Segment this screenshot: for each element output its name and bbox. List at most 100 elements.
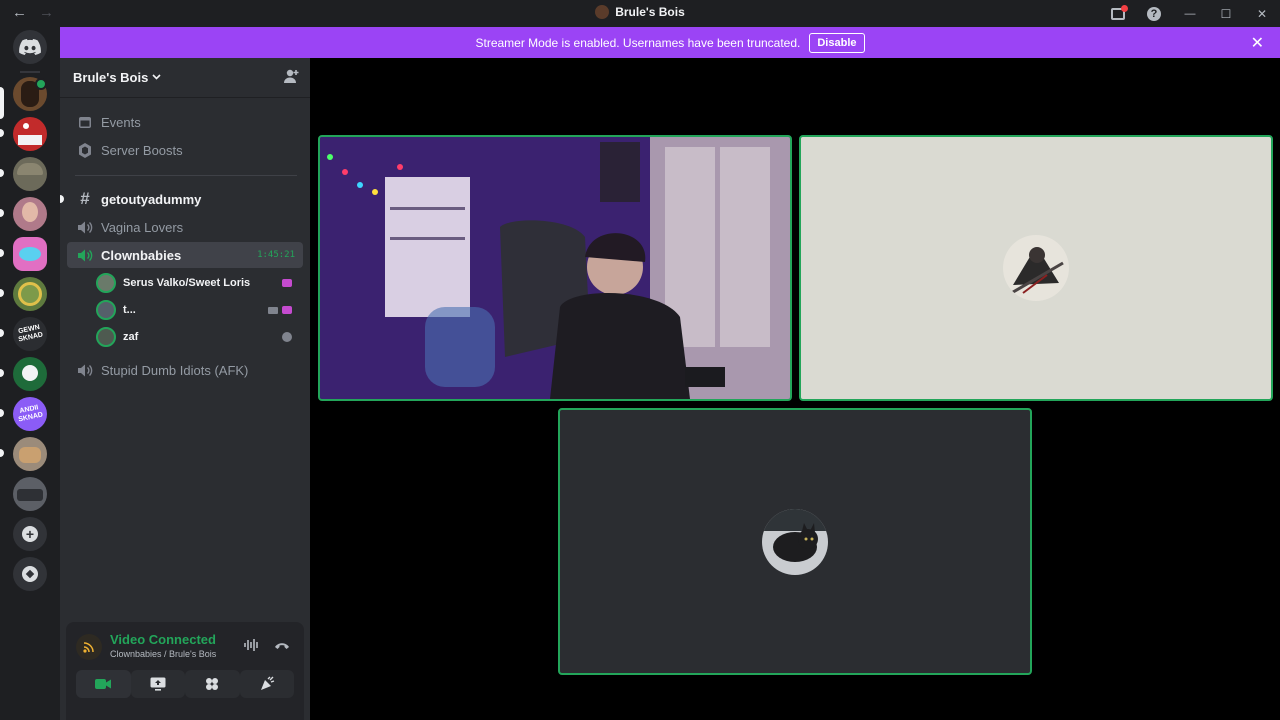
voice-user-t[interactable]: t... [96, 298, 300, 322]
video-tile-camera[interactable] [318, 135, 792, 401]
server-andii-sknad[interactable]: ANDII SKNAD [13, 397, 47, 431]
discover-button[interactable] [13, 557, 47, 591]
help-icon[interactable]: ? [1136, 0, 1172, 27]
unread-pip [0, 129, 4, 137]
inbox-icon[interactable] [1100, 0, 1136, 27]
unread-pip [0, 329, 4, 337]
channel-vagina-lovers[interactable]: Vagina Lovers [67, 214, 303, 240]
channel-label: getoutyadummy [101, 191, 202, 207]
plus-icon: + [22, 526, 38, 542]
server-green-crest[interactable] [13, 357, 47, 391]
banner-text: Streamer Mode is enabled. Usernames have… [475, 35, 801, 50]
live-stream-icon [282, 279, 292, 287]
rail-divider [20, 71, 40, 73]
server-truck[interactable] [13, 477, 47, 511]
speaker-icon [75, 249, 95, 262]
events-item[interactable]: Events [67, 109, 303, 135]
voice-user-serus[interactable]: Serus Valko/Sweet Loris [96, 271, 300, 295]
voice-user-name: Serus Valko/Sweet Loris [123, 277, 251, 289]
close-window-button[interactable]: ✕ [1244, 0, 1280, 27]
camera-button[interactable] [76, 670, 131, 698]
webcam-frame [320, 137, 790, 399]
server-pink-creature[interactable] [13, 237, 47, 271]
discord-logo-icon [19, 39, 41, 55]
avatar [762, 508, 828, 575]
server-gewn-sknad[interactable]: GEWN SKNAD [13, 317, 47, 351]
speaker-icon [75, 221, 95, 234]
voice-user-name: t... [123, 304, 136, 316]
add-server-button[interactable]: + [13, 517, 47, 551]
activities-icon [206, 678, 219, 690]
compass-icon [22, 566, 38, 582]
unread-pip [0, 249, 4, 257]
share-screen-button[interactable] [130, 670, 185, 698]
server-cat-photo[interactable] [13, 437, 47, 471]
calendar-icon [75, 115, 95, 129]
close-banner-icon[interactable]: ✕ [1251, 33, 1264, 53]
minimize-button[interactable]: — [1172, 0, 1208, 27]
avatar [96, 273, 116, 293]
live-stream-icon [282, 306, 292, 314]
activity-icon [282, 332, 292, 342]
server-mushroom[interactable] [13, 117, 47, 151]
call-timer: 1:45:21 [257, 250, 295, 260]
voice-location[interactable]: Clownbabies / Brule's Bois [110, 649, 216, 659]
video-camera-icon [95, 679, 112, 689]
voice-user-zaf[interactable]: zaf [96, 325, 300, 349]
avatar [1003, 235, 1069, 301]
server-soldier[interactable] [13, 157, 47, 191]
connection-signal-icon[interactable] [76, 634, 102, 660]
window-title-text: Brule's Bois [615, 5, 685, 19]
invite-people-icon[interactable] [283, 68, 300, 90]
window-title: Brule's Bois [0, 5, 1280, 19]
boost-icon [75, 142, 95, 158]
voice-connection-panel: Video Connected Clownbabies / Brule's Bo… [66, 622, 304, 720]
video-tile-avatar-ronin[interactable] [799, 135, 1273, 401]
title-bar: ← → Brule's Bois ? — ☐ ✕ [0, 0, 1280, 27]
disable-streamer-mode-button[interactable]: Disable [809, 32, 865, 53]
unread-pip [0, 369, 4, 377]
streamer-mode-banner: Streamer Mode is enabled. Usernames have… [60, 27, 1280, 58]
server-frog[interactable] [13, 277, 47, 311]
maximize-button[interactable]: ☐ [1208, 0, 1244, 27]
window-controls: ? — ☐ ✕ [1100, 0, 1280, 27]
soundboard-button[interactable] [239, 670, 294, 698]
channel-clownbabies[interactable]: Clownbabies 1:45:21 [67, 242, 303, 268]
events-label: Events [101, 114, 141, 130]
channel-label: Clownbabies [101, 247, 182, 263]
channel-label: Stupid Dumb Idiots (AFK) [101, 362, 249, 378]
text-channel-icon: # [80, 189, 90, 208]
server-portrait[interactable] [13, 197, 47, 231]
voice-user-name: zaf [123, 331, 139, 343]
video-stage [310, 58, 1280, 720]
screen-share-icon [150, 677, 166, 691]
soundboard-icon [260, 676, 274, 690]
unread-pip [0, 289, 4, 297]
unread-pip [0, 409, 4, 417]
unread-indicator [60, 195, 64, 203]
unread-pip [0, 169, 4, 177]
unread-pip [0, 209, 4, 217]
unread-pip [0, 449, 4, 457]
video-tile-avatar-cat[interactable] [558, 408, 1032, 675]
noise-suppression-icon[interactable] [244, 638, 260, 655]
guild-name: Brule's Bois [73, 70, 149, 85]
disconnect-icon[interactable] [274, 638, 290, 655]
camera-icon [268, 306, 278, 314]
discord-home-button[interactable] [13, 30, 47, 64]
server-boosts-item[interactable]: Server Boosts [67, 137, 303, 163]
avatar [96, 327, 116, 347]
activities-button[interactable] [185, 670, 240, 698]
server-gewn-sknad-logo: GEWN SKNAD [17, 323, 44, 344]
voice-active-badge-icon [35, 78, 47, 90]
selected-server-pill [0, 87, 4, 119]
guild-header[interactable]: Brule's Bois [60, 58, 310, 98]
voice-status[interactable]: Video Connected [110, 632, 216, 647]
avatar [96, 300, 116, 320]
channel-sidebar: Brule's Bois Events Server Boosts # geto… [60, 58, 310, 720]
server-boosts-label: Server Boosts [101, 142, 183, 158]
channel-stupid-dumb-idiots[interactable]: Stupid Dumb Idiots (AFK) [67, 357, 303, 383]
server-rail: GEWN SKNAD ANDII SKNAD + [0, 27, 60, 720]
channel-getoutyadummy[interactable]: # getoutyadummy [60, 186, 303, 212]
server-andii-sknad-logo: ANDII SKNAD [17, 404, 44, 424]
